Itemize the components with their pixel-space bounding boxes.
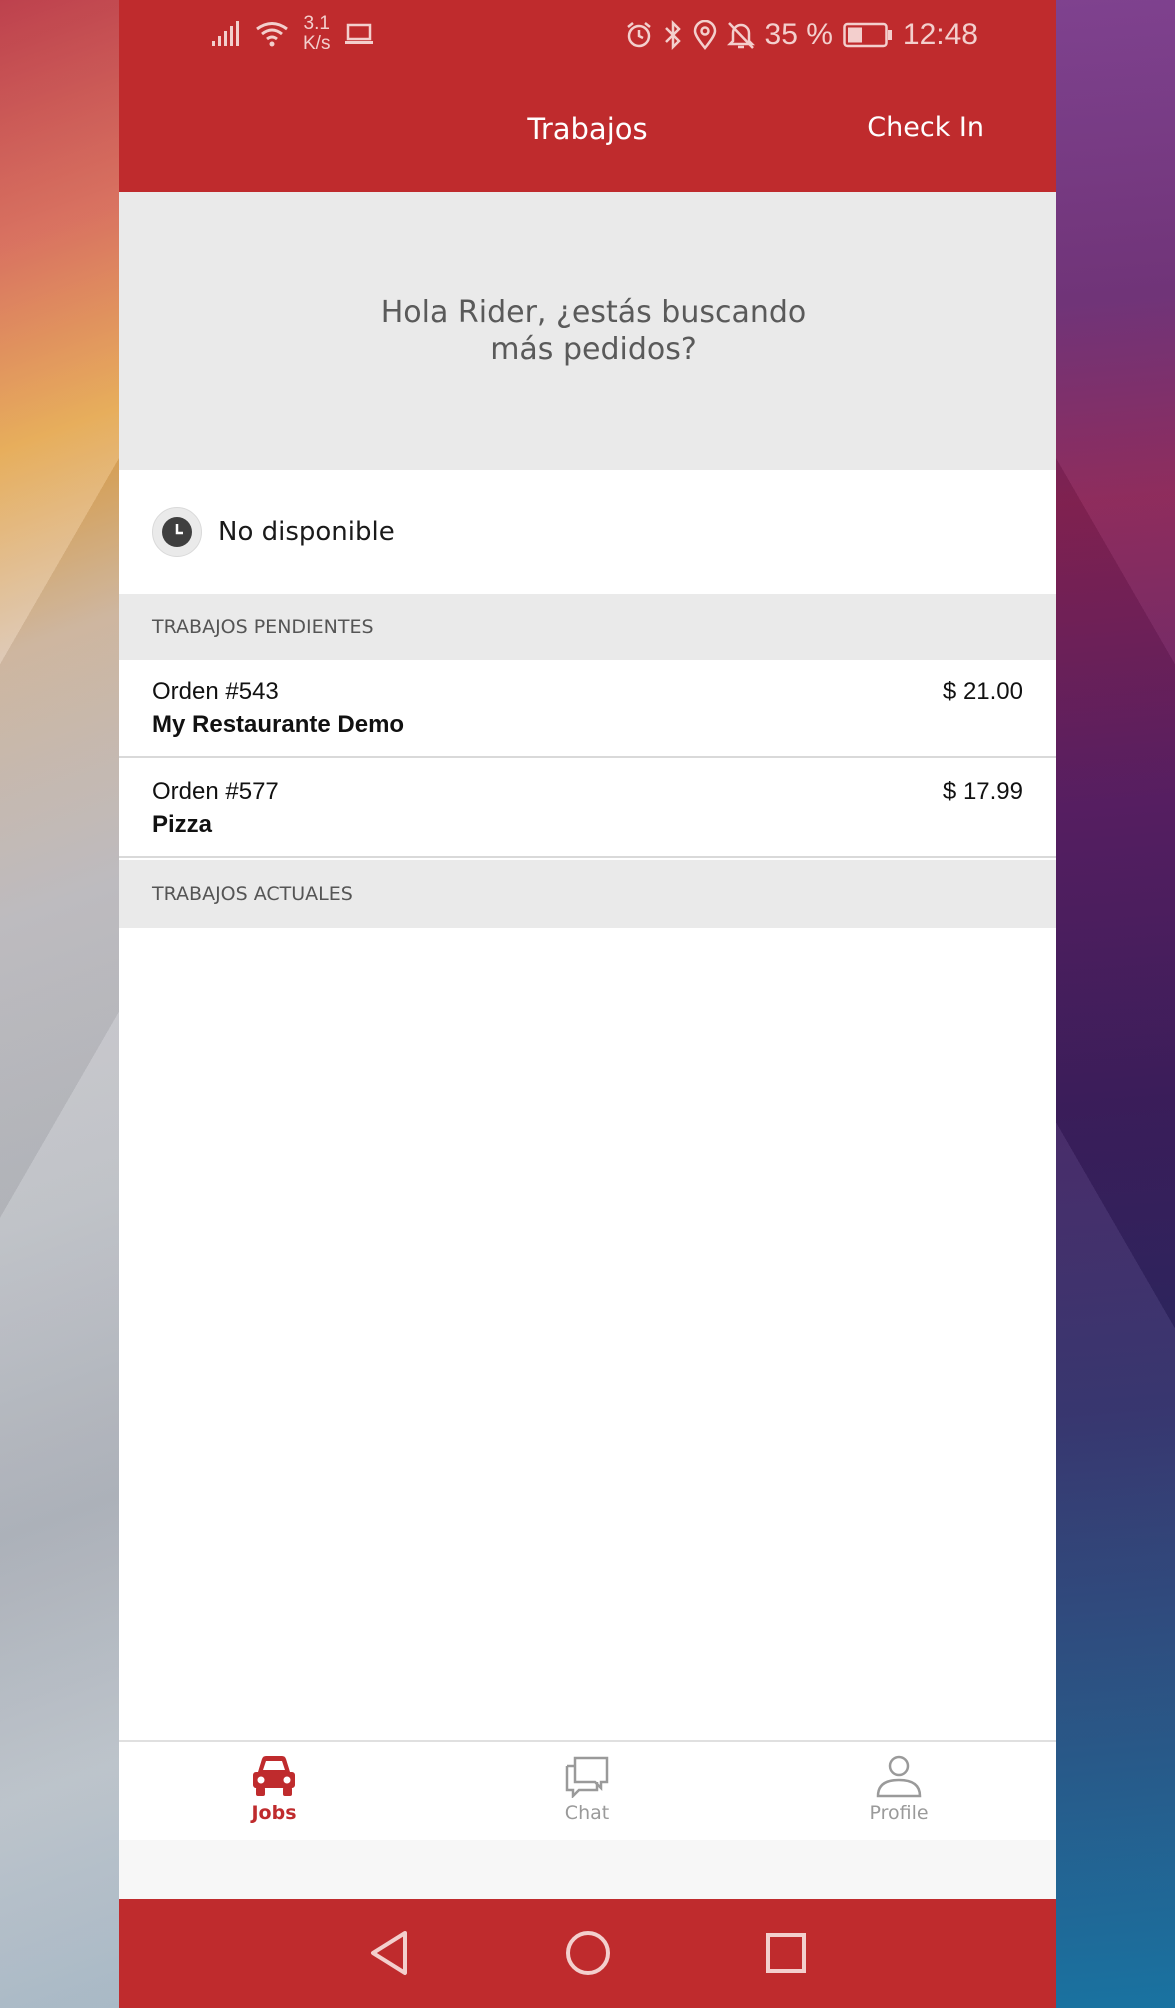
greeting-banner: Hola Rider, ¿estás buscando más pedidos?	[119, 192, 1056, 470]
alarm-icon	[625, 21, 653, 49]
tab-jobs[interactable]: Jobs	[184, 1754, 364, 1824]
system-navigation-bar	[119, 1899, 1056, 2008]
order-price: $ 17.99	[942, 778, 1023, 805]
bluetooth-icon	[663, 20, 683, 50]
tab-chat-label: Chat	[564, 1802, 610, 1824]
network-speed-unit: K/s	[303, 33, 331, 54]
current-jobs-title: TRABAJOS ACTUALES	[152, 883, 353, 905]
availability-label: No disponible	[218, 517, 395, 547]
status-right: 35 % 12:48	[625, 18, 978, 52]
battery-icon	[843, 22, 893, 48]
order-row[interactable]: Orden #543 My Restaurante Demo $ 21.00	[119, 660, 1056, 758]
order-number: Orden #577	[152, 778, 279, 805]
network-speed: 3.1 K/s	[303, 14, 330, 54]
app-screen: 3.1 K/s 35 % 12:48 Trabajos Check In Hol…	[119, 0, 1056, 2008]
muted-bell-icon	[726, 20, 755, 50]
pending-jobs-title: TRABAJOS PENDIENTES	[152, 616, 374, 638]
bottom-tab-bar: Jobs Chat Profile	[119, 1740, 1056, 1840]
battery-percent: 35 %	[764, 18, 833, 51]
wallpaper-left	[0, 0, 119, 2008]
wallpaper-right	[1056, 0, 1175, 2008]
wifi-icon	[255, 20, 289, 48]
current-jobs-header: TRABAJOS ACTUALES	[119, 860, 1056, 928]
tab-chat[interactable]: Chat	[497, 1754, 677, 1824]
app-header: 3.1 K/s 35 % 12:48 Trabajos Check In	[119, 0, 1056, 192]
order-row[interactable]: Orden #577 Pizza $ 17.99	[119, 760, 1056, 858]
clock-time: 12:48	[902, 18, 978, 51]
availability-row[interactable]: No disponible	[119, 470, 1056, 594]
laptop-icon	[344, 22, 374, 46]
order-number: Orden #543	[152, 678, 279, 705]
chat-icon	[497, 1754, 677, 1798]
status-bar: 3.1 K/s 35 % 12:48	[119, 0, 1056, 72]
recent-apps-button[interactable]	[764, 1929, 808, 1981]
network-speed-value: 3.1	[303, 13, 330, 34]
tab-profile-label: Profile	[869, 1802, 929, 1824]
status-left: 3.1 K/s	[211, 14, 374, 54]
home-button[interactable]	[564, 1929, 612, 1981]
tab-profile[interactable]: Profile	[809, 1754, 989, 1824]
tab-bar-padding	[119, 1840, 1056, 1900]
greeting-text: Hola Rider, ¿estás buscando más pedidos?	[380, 295, 807, 367]
tab-jobs-label: Jobs	[251, 1802, 297, 1824]
order-restaurant: My Restaurante Demo	[152, 711, 405, 738]
clock-icon	[152, 507, 202, 557]
person-icon	[809, 1754, 989, 1798]
check-in-button[interactable]: Check In	[867, 112, 984, 143]
location-icon	[693, 20, 717, 50]
order-restaurant: Pizza	[152, 811, 213, 838]
back-button[interactable]	[367, 1929, 411, 1981]
signal-icon	[211, 21, 241, 47]
pending-jobs-header: TRABAJOS PENDIENTES	[119, 594, 1056, 660]
car-icon	[184, 1754, 364, 1798]
order-price: $ 21.00	[942, 678, 1023, 705]
